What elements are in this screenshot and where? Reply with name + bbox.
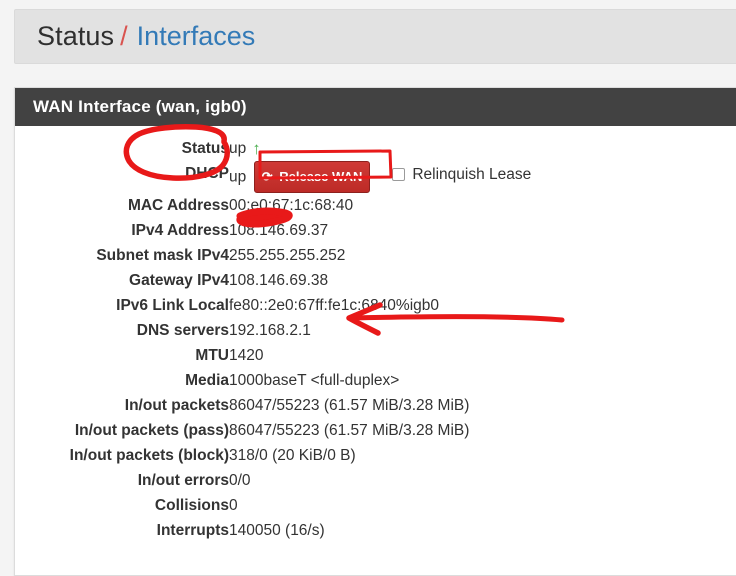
relinquish-lease-checkbox[interactable] bbox=[392, 167, 406, 181]
row-value-inout-packets: 86047/55223 (61.57 MiB/3.28 MiB) bbox=[229, 397, 470, 414]
table-row: Status up ↑ bbox=[15, 136, 736, 161]
breadcrumb-root: Status bbox=[37, 21, 115, 51]
release-wan-button[interactable]: ⟳ Release WAN bbox=[254, 161, 371, 193]
row-label-ipv6-link-local: IPv6 Link Local bbox=[116, 297, 229, 314]
panel-title: WAN Interface (wan, igb0) bbox=[15, 88, 736, 126]
table-row: In/out packets 86047/55223 (61.57 MiB/3.… bbox=[15, 393, 736, 418]
wan-interface-panel: WAN Interface (wan, igb0) Status up ↑ DHC… bbox=[14, 87, 736, 576]
row-label-inout-packets-block: In/out packets (block) bbox=[69, 447, 229, 464]
row-label-mtu: MTU bbox=[195, 347, 229, 364]
row-value-dns-servers: 192.168.2.1 bbox=[229, 322, 311, 339]
table-row: DNS servers 192.168.2.1 bbox=[15, 318, 736, 343]
row-value-inout-packets-block: 318/0 (20 KiB/0 B) bbox=[229, 447, 356, 464]
table-row: IPv6 Link Local fe80::2e0:67ff:fe1c:6840… bbox=[15, 293, 736, 318]
table-row: In/out packets (pass) 86047/55223 (61.57… bbox=[15, 418, 736, 443]
breadcrumb-separator: / bbox=[120, 21, 128, 51]
row-label-interrupts: Interrupts bbox=[156, 522, 229, 539]
row-label-inout-packets: In/out packets bbox=[124, 397, 229, 414]
row-value-collisions: 0 bbox=[229, 497, 238, 514]
table-row: Subnet mask IPv4 255.255.255.252 bbox=[15, 243, 736, 268]
row-label-dhcp: DHCP bbox=[185, 165, 229, 182]
breadcrumb: Status / Interfaces bbox=[14, 9, 736, 64]
arrow-up-icon: ↑ bbox=[252, 139, 261, 158]
row-value-mtu: 1420 bbox=[229, 347, 264, 364]
relinquish-lease-label: Relinquish Lease bbox=[412, 165, 532, 183]
row-value-inout-packets-pass: 86047/55223 (61.57 MiB/3.28 MiB) bbox=[229, 422, 470, 439]
row-label-mac-address: MAC Address bbox=[127, 197, 229, 214]
row-value-interrupts: 140050 (16/s) bbox=[229, 522, 325, 539]
breadcrumb-current-link[interactable]: Interfaces bbox=[137, 21, 256, 52]
row-value-media: 1000baseT <full-duplex> bbox=[229, 372, 400, 389]
row-label-inout-packets-pass: In/out packets (pass) bbox=[74, 422, 229, 439]
row-value-mac-address: 00:e0:67:1c:68:40 bbox=[229, 197, 354, 214]
release-wan-button-label: Release WAN bbox=[279, 169, 363, 184]
row-label-gateway-ipv4: Gateway IPv4 bbox=[129, 272, 229, 289]
status-text: up bbox=[229, 140, 247, 157]
row-label-ipv4-address: IPv4 Address bbox=[131, 222, 229, 239]
interface-details-table: Status up ↑ DHCP up ⟳ Release WAN Relinquish… bbox=[15, 136, 736, 543]
table-row: IPv4 Address 108.146.69.37 bbox=[15, 218, 736, 243]
table-row: Collisions 0 bbox=[15, 493, 736, 518]
table-row: Gateway IPv4 108.146.69.38 bbox=[15, 268, 736, 293]
row-value-gateway-ipv4: 108.146.69.38 bbox=[229, 272, 329, 289]
table-row: In/out packets (block) 318/0 (20 KiB/0 B… bbox=[15, 443, 736, 468]
row-label-media: Media bbox=[185, 372, 229, 389]
table-row: DHCP up ⟳ Release WAN Relinquish Lease bbox=[15, 161, 736, 193]
relinquish-lease-control[interactable]: Relinquish Lease bbox=[392, 162, 531, 187]
table-row: Media 1000baseT <full-duplex> bbox=[15, 368, 736, 393]
row-label-status: Status bbox=[181, 140, 229, 157]
table-row: Interrupts 140050 (16/s) bbox=[15, 518, 736, 543]
row-label-collisions: Collisions bbox=[154, 497, 229, 514]
row-value-status: up ↑ bbox=[229, 136, 736, 161]
row-value-ipv4-address: 108.146.69.37 bbox=[229, 222, 329, 239]
row-label-subnet-mask-ipv4: Subnet mask IPv4 bbox=[96, 247, 229, 264]
table-row: MTU 1420 bbox=[15, 343, 736, 368]
row-value-dhcp: up ⟳ Release WAN Relinquish Lease bbox=[229, 161, 736, 193]
sync-refresh-icon: ⟳ bbox=[261, 168, 273, 184]
panel-body: Status up ↑ DHCP up ⟳ Release WAN Relinquish… bbox=[15, 126, 736, 575]
row-label-dns-servers: DNS servers bbox=[136, 322, 229, 339]
row-value-inout-errors: 0/0 bbox=[229, 472, 251, 489]
row-value-subnet-mask-ipv4: 255.255.255.252 bbox=[229, 247, 346, 264]
row-value-ipv6-link-local: fe80::2e0:67ff:fe1c:6840%igb0 bbox=[229, 297, 439, 314]
table-row: MAC Address 00:e0:67:1c:68:40 bbox=[15, 193, 736, 218]
row-label-inout-errors: In/out errors bbox=[137, 472, 229, 489]
table-row: In/out errors 0/0 bbox=[15, 468, 736, 493]
dhcp-status-text: up bbox=[229, 168, 247, 186]
